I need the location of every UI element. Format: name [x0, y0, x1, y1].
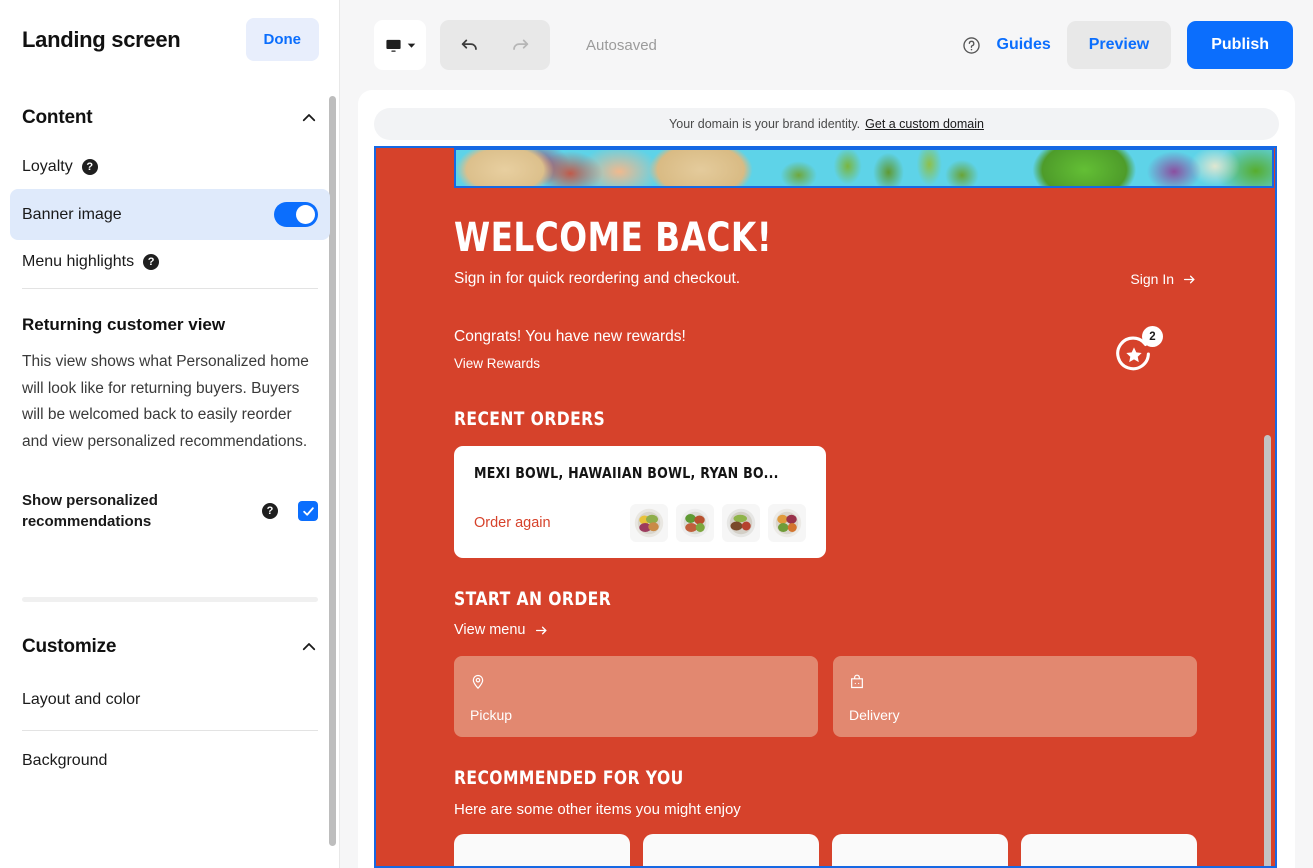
rewards-row: Congrats! You have new rewards! View Rew… — [454, 326, 1197, 378]
show-recommendations-checkbox[interactable] — [298, 501, 318, 522]
view-menu-label: View menu — [454, 622, 526, 638]
order-thumb-1 — [630, 504, 668, 542]
recommended-item-1[interactable] — [454, 834, 630, 866]
sidebar-header: Landing screen Done — [0, 0, 339, 71]
welcome-heading: Welcome back! — [454, 215, 773, 261]
recent-order-title: Mexi bowl, Hawaiian bowl, Ryan bo... — [474, 464, 779, 482]
order-type-pickup[interactable]: Pickup — [454, 656, 818, 737]
sidebar-row-loyalty[interactable]: Loyalty ? — [22, 145, 318, 189]
redo-button[interactable] — [498, 25, 542, 65]
order-thumb-3 — [722, 504, 760, 542]
arrow-right-icon — [1182, 273, 1197, 286]
question-circle-icon[interactable] — [962, 36, 981, 55]
storefront-scrollbar[interactable] — [1264, 435, 1271, 866]
recent-orders-heading: Recent orders — [454, 408, 606, 430]
main-area: Autosaved Guides Preview Publish Your do… — [340, 0, 1313, 868]
sidebar-row-menu-highlights[interactable]: Menu highlights ? — [22, 240, 318, 284]
sidebar-item-background[interactable]: Background — [22, 735, 318, 787]
domain-notice-text: Your domain is your brand identity. — [669, 117, 861, 131]
sidebar-row-menu-highlights-label: Menu highlights — [22, 253, 135, 270]
editor-toolbar: Autosaved Guides Preview Publish — [340, 0, 1313, 90]
recommended-item-4[interactable] — [1021, 834, 1197, 866]
order-type-delivery[interactable]: Delivery — [833, 656, 1197, 737]
view-rewards-link[interactable]: View Rewards — [454, 356, 686, 371]
returning-customer-description: This view shows what Personalized home w… — [22, 353, 309, 450]
divider — [22, 730, 318, 732]
sidebar-item-layout-and-color[interactable]: Layout and color — [22, 674, 318, 726]
publish-button[interactable]: Publish — [1187, 21, 1293, 69]
section-title-content: Content — [22, 107, 93, 128]
help-icon-loyalty[interactable]: ? — [81, 159, 98, 175]
sidebar-row-banner-image[interactable]: Banner image — [10, 189, 330, 240]
show-recommendations-label: Show personalized recommendations — [22, 491, 158, 531]
undo-arrow-icon — [459, 34, 481, 56]
banner-image-artwork — [456, 150, 1272, 186]
order-type-pickup-label: Pickup — [470, 707, 513, 723]
sidebar-row-loyalty-label: Loyalty — [22, 158, 73, 175]
section-title-customize: Customize — [22, 636, 117, 658]
order-type-options: Pickup Delivery — [454, 656, 1197, 737]
toolbar-actions: Guides Preview Publish — [962, 21, 1293, 69]
order-thumb-4 — [768, 504, 806, 542]
undo-button[interactable] — [448, 25, 492, 65]
section-header-content[interactable]: Content — [22, 85, 318, 145]
order-thumbnails — [630, 504, 806, 542]
settings-sidebar: Landing screen Done Content Loyalty ? Ba… — [0, 0, 340, 868]
preview-button[interactable]: Preview — [1066, 21, 1172, 69]
get-custom-domain-link[interactable]: Get a custom domain — [865, 117, 984, 131]
device-selector-button[interactable] — [374, 20, 426, 70]
sidebar-row-show-recommendations[interactable]: Show personalized recommendations ? — [22, 478, 318, 540]
location-pin-icon — [470, 672, 802, 691]
star-reward-ring-icon[interactable]: 2 — [1111, 326, 1163, 378]
recommended-heading: Recommended for you — [454, 767, 684, 789]
start-order-heading: Start an order — [454, 588, 612, 610]
sign-in-label: Sign In — [1130, 271, 1174, 287]
redo-arrow-icon — [509, 34, 531, 56]
page-title: Landing screen — [22, 26, 181, 52]
done-button[interactable]: Done — [245, 18, 319, 61]
editor-canvas: Your domain is your brand identity. Get … — [358, 90, 1295, 868]
recommended-item-3[interactable] — [832, 834, 1008, 866]
returning-customer-title: Returning customer view — [22, 315, 226, 334]
sidebar-row-banner-image-label: Banner image — [22, 205, 122, 223]
undo-redo-group — [440, 20, 550, 70]
divider — [22, 288, 318, 289]
order-type-delivery-label: Delivery — [849, 707, 900, 723]
recommended-item-2[interactable] — [643, 834, 819, 866]
recommended-subtitle: Here are some other items you might enjo… — [454, 801, 741, 818]
view-menu-link[interactable]: View menu — [454, 622, 1197, 638]
domain-notice-banner: Your domain is your brand identity. Get … — [374, 108, 1279, 140]
desktop-icon — [385, 37, 402, 54]
rewards-headline: Congrats! You have new rewards! — [454, 328, 686, 345]
arrow-right-icon — [534, 624, 549, 637]
welcome-subtitle: Sign in for quick reordering and checkou… — [454, 270, 741, 287]
autosaved-status: Autosaved — [586, 36, 657, 54]
recent-order-card[interactable]: Mexi bowl, Hawaiian bowl, Ryan bo... Ord… — [454, 446, 826, 558]
sign-in-link[interactable]: Sign In — [1130, 271, 1197, 287]
sidebar-scroll-area: Content Loyalty ? Banner image Menu high… — [0, 85, 340, 868]
order-again-link[interactable]: Order again — [474, 515, 551, 531]
food-banner-image[interactable] — [454, 148, 1274, 188]
guides-button[interactable]: Guides — [997, 36, 1051, 54]
chevron-up-icon[interactable] — [300, 638, 318, 656]
chevron-up-icon[interactable] — [300, 109, 318, 127]
section-header-customize[interactable]: Customize — [22, 602, 318, 674]
shopping-bag-icon — [849, 672, 1181, 691]
storefront-preview: Welcome back! Sign in for quick reorderi… — [374, 146, 1277, 868]
help-icon-menu-highlights[interactable]: ? — [143, 254, 160, 270]
banner-image-toggle[interactable] — [274, 202, 318, 227]
caret-down-icon — [407, 41, 416, 50]
order-thumb-2 — [676, 504, 714, 542]
help-icon-show-recommendations[interactable]: ? — [262, 503, 278, 520]
welcome-row: Sign in for quick reordering and checkou… — [454, 270, 1197, 288]
rewards-badge-count: 2 — [1142, 326, 1163, 347]
storefront-content: Welcome back! Sign in for quick reorderi… — [376, 188, 1275, 866]
app-root: Landing screen Done Content Loyalty ? Ba… — [0, 0, 1313, 868]
recommended-grid — [454, 834, 1197, 866]
